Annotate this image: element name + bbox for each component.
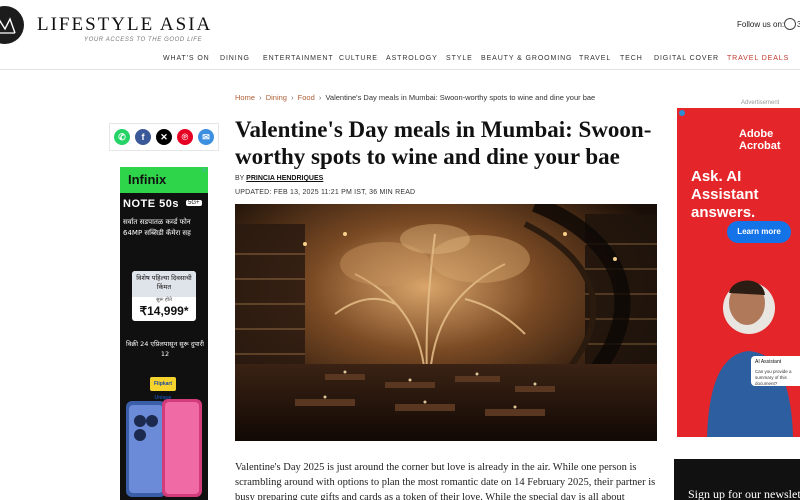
ad-price-from: सुरू होते [156, 297, 172, 303]
breadcrumb-food[interactable]: Food [298, 93, 315, 102]
nav-travel-deals[interactable]: TRAVEL DEALS [727, 55, 789, 62]
nav-style[interactable]: STYLE [446, 55, 473, 62]
social-icon[interactable] [784, 18, 796, 30]
ad-info-icon[interactable] [679, 110, 685, 116]
breadcrumb-separator: › [318, 93, 322, 102]
nav-travel[interactable]: TRAVEL [579, 55, 611, 62]
breadcrumb-separator: › [259, 93, 262, 102]
ad-line-2: 64MP सब्सिडी कॅमेरा सह [123, 229, 191, 237]
nav-culture[interactable]: CULTURE [339, 55, 378, 62]
breadcrumb-separator: › [291, 93, 294, 102]
breadcrumb-home[interactable]: Home [235, 93, 255, 102]
phone-image [126, 399, 202, 497]
facebook-icon[interactable]: f [135, 129, 151, 145]
nav-dining[interactable]: DINING [220, 55, 250, 62]
nav-tech[interactable]: TECH [620, 55, 643, 62]
ai-assistant-title: AI Assistant [755, 359, 782, 365]
ai-assistant-card: AI Assistant Can you provide a summary o… [751, 356, 800, 386]
ad-brand: Infinix [120, 167, 208, 193]
adobe-ad[interactable]: Adobe Acrobat Ask. AI Assistant answers.… [677, 108, 800, 437]
ad-sale-date: विक्री 24 एप्रिलपासून सुरू दुपारी 12 [126, 340, 204, 358]
ad-line-1: सर्वात सडपातळ कर्व्ड फोन [123, 218, 191, 226]
breadcrumb-current: Valentine's Day meals in Mumbai: Swoon-w… [325, 93, 596, 102]
ad-5g-badge: 5G+ [186, 200, 202, 206]
newsletter-banner[interactable]: Sign up for our newsletter [674, 459, 800, 500]
follow-label: Follow us on: [737, 20, 785, 29]
whatsapp-icon[interactable]: ✆ [114, 129, 130, 145]
article-title: Valentine's Day meals in Mumbai: Swoon-w… [235, 117, 652, 169]
nav-beauty-grooming[interactable]: BEAUTY & GROOMING [481, 55, 572, 62]
site-tagline: YOUR ACCESS TO THE GOOD LIFE [84, 37, 203, 43]
person-image [697, 263, 800, 437]
site-header: LIFESTYLE ASIA YOUR ACCESS TO THE GOOD L… [0, 0, 800, 70]
newsletter-label: Sign up for our newsletter [688, 487, 800, 500]
ai-assistant-body: Can you provide a summary of this docume… [755, 369, 792, 386]
pinterest-icon[interactable]: ℗ [177, 129, 193, 145]
article-updated: UPDATED: FEB 13, 2025 11:21 PM IST, 36 M… [235, 189, 416, 196]
nav-astrology[interactable]: ASTROLOGY [386, 55, 438, 62]
nav-digital-cover[interactable]: DIGITAL COVER [654, 55, 719, 62]
ad-close-icon[interactable]: X [202, 168, 206, 174]
flipkart-logo: Flipkart Unique [150, 377, 176, 401]
ad-brand: Adobe Acrobat [739, 128, 781, 152]
nav-whats-on[interactable]: WHAT'S ON [163, 55, 210, 62]
ad-price-caption: विशेष पहिल्या दिवसाची किंमत [132, 271, 196, 297]
site-logo-text[interactable]: LIFESTYLE ASIA [37, 14, 212, 36]
article-body: Valentine's Day 2025 is just around the … [235, 462, 656, 500]
byline-prefix: BY [235, 175, 245, 182]
infinix-ad[interactable]: Infinix X NOTE 50s 5G+ सर्वात सडपातळ कर्… [120, 167, 208, 500]
article-byline: BY PRINCIA HENDRIQUES [235, 175, 323, 182]
breadcrumb: Home › Dining › Food › Valentine's Day m… [235, 93, 595, 102]
logo-icon[interactable] [0, 6, 24, 44]
learn-more-button[interactable]: Learn more [727, 221, 791, 243]
nav-entertainment[interactable]: ENTERTAINMENT [263, 55, 334, 62]
x-icon[interactable]: ✕ [156, 129, 172, 145]
hero-image [235, 204, 657, 441]
share-bar: ✆ f ✕ ℗ ✉ [109, 123, 219, 151]
author-link[interactable]: PRINCIA HENDRIQUES [246, 175, 323, 182]
ad-price-box: विशेष पहिल्या दिवसाची किंमत सुरू होते ₹1… [132, 271, 196, 321]
ad-headline: Ask. AI Assistant answers. [691, 168, 759, 221]
ad-price: ₹14,999* [139, 304, 189, 318]
main-nav: WHAT'S ON DINING ENTERTAINMENT CULTURE A… [0, 55, 800, 67]
ad-label: Advertisement [741, 100, 780, 106]
ad-model: NOTE 50s [123, 198, 179, 210]
breadcrumb-dining[interactable]: Dining [266, 93, 287, 102]
email-icon[interactable]: ✉ [198, 129, 214, 145]
